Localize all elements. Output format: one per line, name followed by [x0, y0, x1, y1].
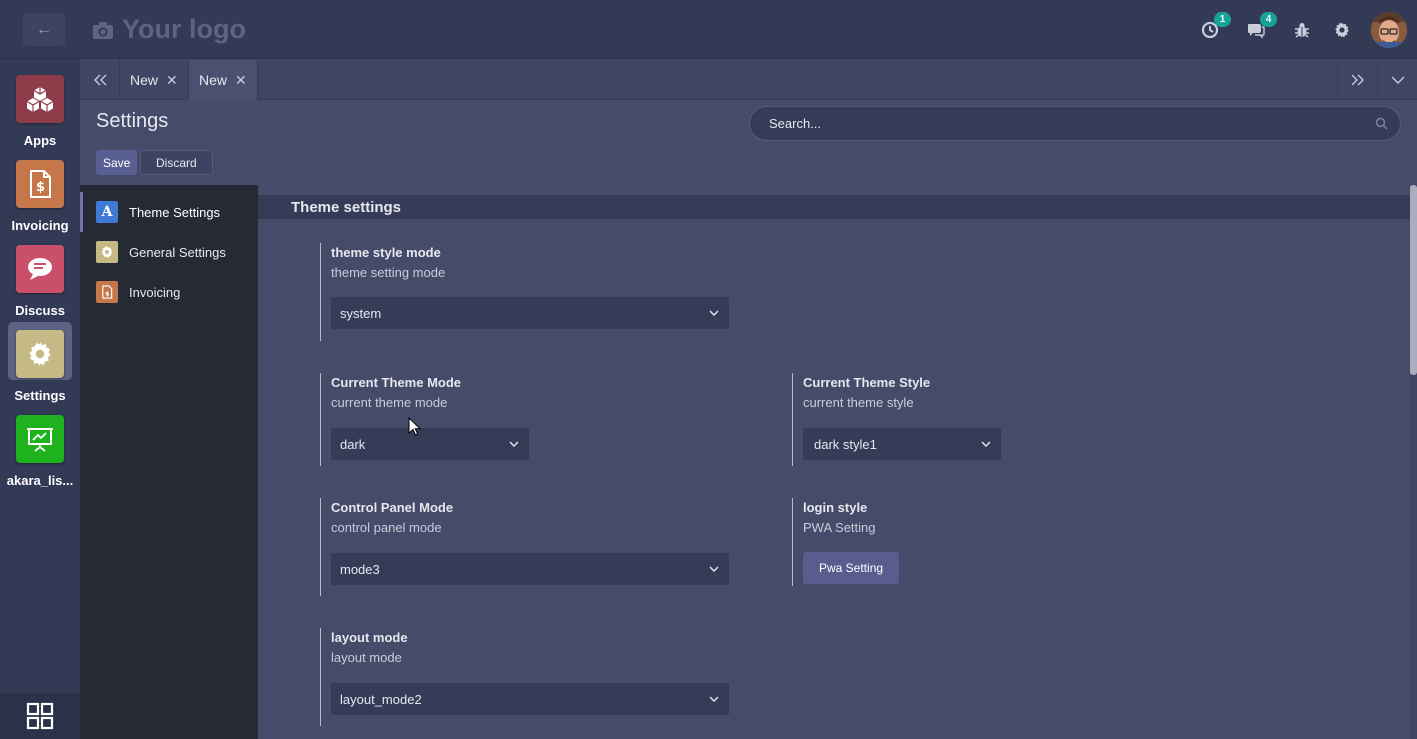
chevron-down-icon — [509, 441, 519, 447]
search-icon[interactable] — [1375, 117, 1388, 130]
settings-content: Theme settings theme style mode theme se… — [258, 185, 1417, 739]
search-input[interactable]: Search... — [749, 106, 1401, 141]
setting-title: Control Panel Mode — [331, 500, 454, 515]
select-value: system — [340, 305, 382, 321]
chevron-down-icon — [709, 566, 719, 572]
gear-icon — [16, 330, 64, 378]
app-label: Discuss — [15, 303, 65, 318]
app-grid-button[interactable] — [0, 693, 80, 739]
scrollbar-thumb[interactable] — [1410, 185, 1417, 375]
setting-description: control panel mode — [331, 520, 442, 535]
tab-new-1[interactable]: New ✕ — [120, 60, 189, 100]
tabs-scroll-left-button[interactable] — [80, 60, 120, 100]
theme-style-mode-select[interactable]: system — [331, 297, 729, 329]
grid-icon — [26, 702, 54, 730]
tabs-scroll-right-button[interactable] — [1337, 60, 1377, 100]
messages-button[interactable]: 4 — [1243, 11, 1277, 43]
app-invoicing[interactable]: $ Invoicing — [0, 160, 80, 233]
tab-new-2[interactable]: New ✕ — [189, 60, 258, 100]
mouse-cursor-icon — [408, 417, 422, 436]
page-title: Settings — [96, 110, 169, 132]
invoice-icon: $ — [96, 281, 118, 303]
double-chevron-left-icon — [93, 74, 106, 86]
avatar[interactable] — [1371, 11, 1407, 48]
app-label: akara_lis... — [6, 473, 74, 488]
presentation-icon — [16, 415, 64, 463]
tab-label: New — [199, 72, 228, 88]
gear-icon — [96, 241, 118, 263]
camera-icon — [93, 21, 113, 39]
setting-description: current theme style — [803, 395, 914, 410]
messages-badge: 4 — [1260, 11, 1277, 27]
control-panel-mode-select[interactable]: mode3 — [331, 553, 729, 585]
save-button[interactable]: Save — [96, 150, 138, 175]
tab-label: New — [130, 72, 159, 88]
current-theme-mode-select[interactable]: dark — [331, 428, 529, 460]
double-chevron-right-icon — [1351, 74, 1364, 86]
chevron-down-icon — [709, 696, 719, 702]
select-value: mode3 — [340, 561, 380, 577]
theme-letter-icon: A — [96, 201, 118, 223]
settings-nav-label: Theme Settings — [129, 204, 221, 220]
logo: Your logo — [92, 14, 246, 45]
select-value: dark — [340, 436, 366, 452]
setting-description: layout mode — [331, 650, 402, 665]
app-discuss[interactable]: Discuss — [0, 245, 80, 318]
chevron-down-icon — [709, 310, 719, 316]
app-akara[interactable]: akara_lis... — [0, 415, 80, 488]
setting-title: theme style mode — [331, 245, 441, 260]
settings-nav-invoicing[interactable]: $ Invoicing — [80, 272, 258, 312]
top-navbar: ← Your logo 1 4 — [0, 0, 1417, 59]
svg-text:$: $ — [36, 180, 45, 195]
pwa-setting-button[interactable]: Pwa Setting — [803, 552, 900, 584]
user-avatar-image — [1371, 11, 1407, 48]
settings-nav-theme[interactable]: A Theme Settings — [80, 192, 258, 232]
layout-mode-select[interactable]: layout_mode2 — [331, 683, 729, 715]
setting-title: Current Theme Style — [803, 375, 931, 390]
discard-button[interactable]: Discard — [140, 150, 213, 175]
activity-badge: 1 — [1214, 11, 1231, 27]
debug-button[interactable] — [1289, 17, 1315, 43]
current-theme-style-select[interactable]: dark style1 — [803, 428, 1001, 460]
setting-title: Current Theme Mode — [331, 375, 462, 390]
control-panel: Settings Save Discard Search... — [80, 101, 1417, 185]
bug-icon — [1295, 22, 1309, 38]
activity-button[interactable]: 1 — [1197, 11, 1231, 43]
cubes-icon — [16, 75, 64, 123]
search-placeholder: Search... — [769, 116, 822, 131]
close-icon[interactable]: ✕ — [235, 72, 247, 89]
setting-description: current theme mode — [331, 395, 448, 410]
app-apps[interactable]: Apps — [0, 75, 80, 148]
gear-icon — [1335, 22, 1349, 37]
chevron-down-icon — [1391, 76, 1404, 84]
select-value: dark style1 — [814, 436, 877, 452]
logo-text: Your logo — [122, 14, 246, 44]
apps-sidebar: Apps $ Invoicing Discuss Settings akara_… — [0, 59, 80, 739]
setting-description: PWA Setting — [803, 520, 876, 535]
close-icon[interactable]: ✕ — [166, 72, 178, 89]
svg-text:$: $ — [105, 290, 110, 298]
app-label: Invoicing — [11, 218, 69, 233]
setting-title: layout mode — [331, 630, 408, 645]
setting-description: theme setting mode — [331, 265, 446, 280]
chat-bubble-icon — [16, 245, 64, 293]
app-settings[interactable]: Settings — [0, 322, 80, 403]
section-title: Theme settings — [258, 195, 1410, 219]
back-button[interactable]: ← — [23, 13, 65, 46]
chevron-down-icon — [981, 441, 991, 447]
settings-nav: A Theme Settings General Settings $ Invo… — [80, 185, 258, 739]
settings-nav-general[interactable]: General Settings — [80, 232, 258, 272]
tabs-bar: New ✕ New ✕ — [80, 60, 1417, 100]
select-value: layout_mode2 — [340, 691, 422, 707]
settings-nav-label: General Settings — [129, 244, 226, 260]
back-arrow-icon: ← — [36, 20, 52, 38]
app-label: Apps — [23, 133, 57, 148]
setting-title: login style — [803, 500, 868, 515]
app-label: Settings — [14, 388, 66, 403]
scrollbar[interactable] — [1410, 185, 1417, 739]
settings-nav-label: Invoicing — [129, 284, 181, 300]
invoice-icon: $ — [16, 160, 64, 208]
settings-button[interactable] — [1329, 17, 1355, 43]
tabs-menu-button[interactable] — [1377, 60, 1417, 100]
